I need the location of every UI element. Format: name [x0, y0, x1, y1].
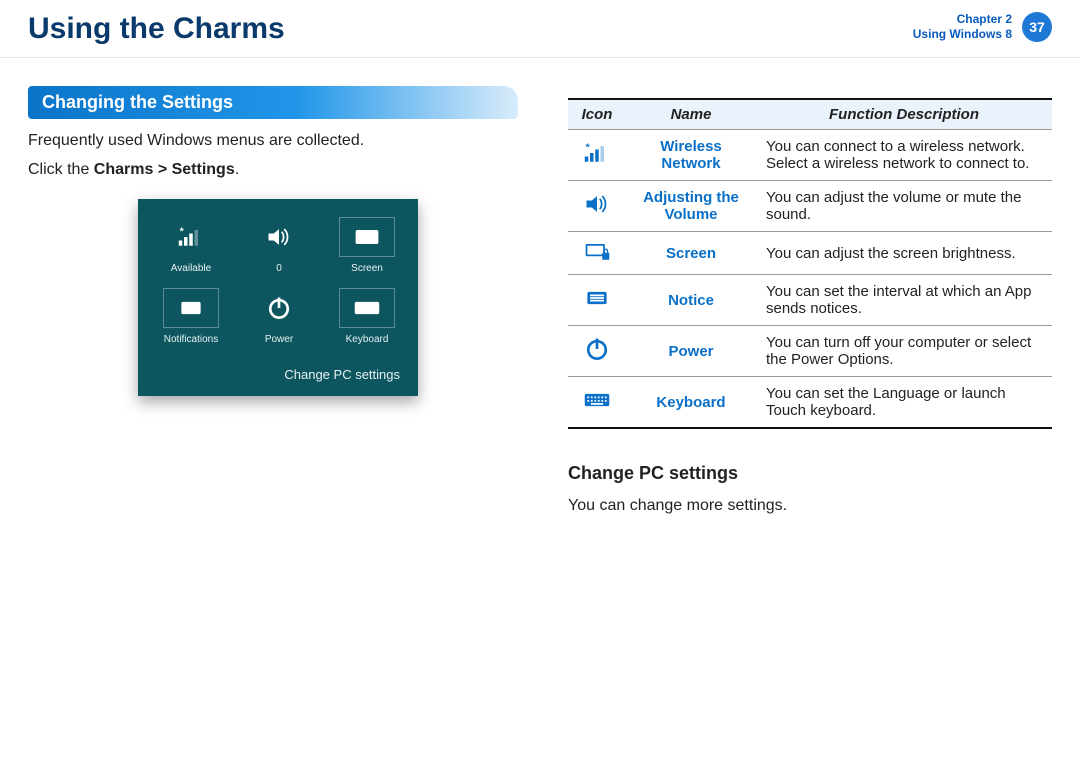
- tile-keyboard-label: Keyboard: [346, 334, 389, 345]
- wireless-icon: [583, 151, 611, 168]
- th-name: Name: [626, 99, 756, 130]
- tile-wireless-label: Available: [171, 263, 211, 274]
- table-row: Notice You can set the interval at which…: [568, 275, 1052, 326]
- row-name: Keyboard: [626, 377, 756, 429]
- table-row: Wireless Network You can connect to a wi…: [568, 130, 1052, 181]
- tile-volume[interactable]: 0: [240, 217, 318, 274]
- row-desc: You can set the Language or launch Touch…: [756, 377, 1052, 429]
- power-icon: [251, 288, 307, 328]
- keyboard-icon: [339, 288, 395, 328]
- wireless-icon: [163, 217, 219, 257]
- icon-function-table: Icon Name Function Description Wireless …: [568, 98, 1052, 429]
- tile-power-label: Power: [265, 334, 293, 345]
- tile-notifications-label: Notifications: [164, 334, 218, 345]
- row-desc: You can adjust the volume or mute the so…: [756, 181, 1052, 232]
- table-row: Keyboard You can set the Language or lau…: [568, 377, 1052, 429]
- header-right: Chapter 2 Using Windows 8 37: [913, 12, 1052, 42]
- row-name: Screen: [626, 232, 756, 275]
- right-column: Icon Name Function Description Wireless …: [568, 86, 1052, 523]
- intro-p2-prefix: Click the: [28, 161, 94, 178]
- row-desc: You can set the interval at which an App…: [756, 275, 1052, 326]
- subsection-text: You can change more settings.: [568, 494, 1052, 517]
- tile-wireless[interactable]: Available: [152, 217, 230, 274]
- row-name: Power: [626, 326, 756, 377]
- intro-p2-suffix: .: [235, 161, 239, 178]
- tile-power[interactable]: Power: [240, 288, 318, 345]
- tile-screen[interactable]: Screen: [328, 217, 406, 274]
- th-icon: Icon: [568, 99, 626, 130]
- tile-notifications[interactable]: Notifications: [152, 288, 230, 345]
- row-desc: You can turn off your computer or select…: [756, 326, 1052, 377]
- subsection-heading: Change PC settings: [568, 463, 1052, 484]
- intro-paragraph-2: Click the Charms > Settings.: [28, 158, 528, 181]
- tile-keyboard[interactable]: Keyboard: [328, 288, 406, 345]
- row-name: Notice: [626, 275, 756, 326]
- intro-paragraph-1: Frequently used Windows menus are collec…: [28, 129, 528, 152]
- table-row: Adjusting the Volume You can adjust the …: [568, 181, 1052, 232]
- keyboard-icon: [583, 398, 611, 415]
- chapter-line-1: Chapter 2: [913, 12, 1012, 27]
- change-pc-settings-link[interactable]: Change PC settings: [152, 367, 404, 382]
- page-header: Using the Charms Chapter 2 Using Windows…: [0, 0, 1080, 58]
- charms-settings-panel: Available 0 Screen Notifications Power: [138, 199, 418, 396]
- intro-p2-bold: Charms > Settings: [94, 161, 235, 178]
- notice-icon: [583, 296, 611, 313]
- volume-icon: [251, 217, 307, 257]
- page-number-badge: 37: [1022, 12, 1052, 42]
- chapter-info: Chapter 2 Using Windows 8: [913, 12, 1012, 42]
- row-desc: You can connect to a wireless network. S…: [756, 130, 1052, 181]
- th-desc: Function Description: [756, 99, 1052, 130]
- tile-volume-label: 0: [276, 263, 282, 274]
- table-row: Power You can turn off your computer or …: [568, 326, 1052, 377]
- left-column: Changing the Settings Frequently used Wi…: [28, 86, 528, 523]
- tile-screen-label: Screen: [351, 263, 383, 274]
- power-icon: [583, 350, 611, 367]
- screen-icon: [339, 217, 395, 257]
- section-heading: Changing the Settings: [28, 86, 518, 119]
- screen-lock-icon: [583, 249, 611, 266]
- page-title: Using the Charms: [28, 12, 285, 46]
- row-name: Wireless Network: [626, 130, 756, 181]
- chapter-line-2: Using Windows 8: [913, 27, 1012, 42]
- notifications-icon: [163, 288, 219, 328]
- volume-icon: [583, 202, 611, 219]
- row-desc: You can adjust the screen brightness.: [756, 232, 1052, 275]
- table-row: Screen You can adjust the screen brightn…: [568, 232, 1052, 275]
- row-name: Adjusting the Volume: [626, 181, 756, 232]
